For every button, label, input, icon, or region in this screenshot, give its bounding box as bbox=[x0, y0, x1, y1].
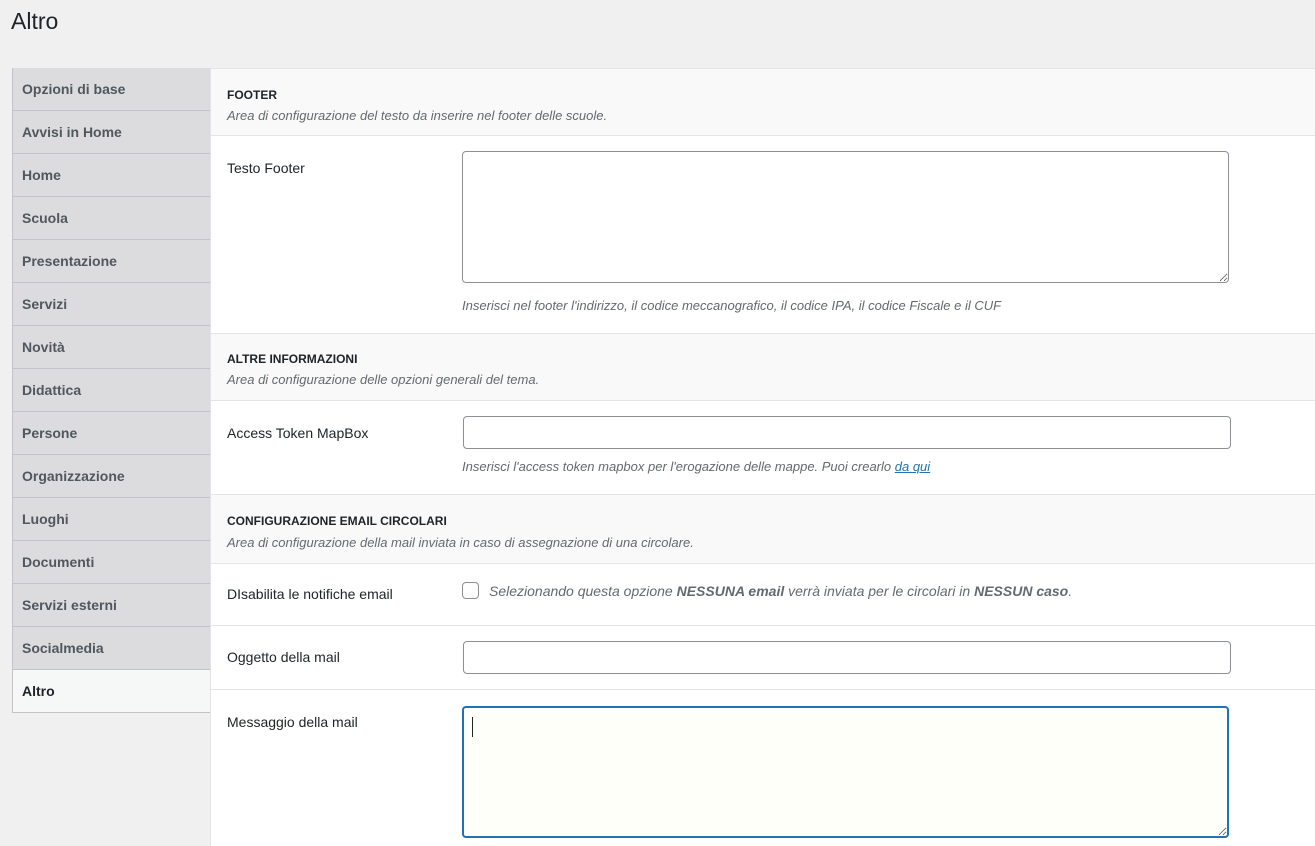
tab-home[interactable]: Home bbox=[13, 154, 211, 197]
tab-servizi[interactable]: Servizi bbox=[13, 283, 211, 326]
mapbox-token-help: Inserisci l'access token mapbox per l'er… bbox=[462, 459, 930, 475]
mapbox-token-label: Access Token MapBox bbox=[227, 425, 369, 441]
settings-panel: FOOTER Area di configurazione del testo … bbox=[210, 68, 1315, 846]
tab-presentazione[interactable]: Presentazione bbox=[13, 240, 211, 283]
section-footer-header: FOOTER Area di configurazione del testo … bbox=[211, 68, 1315, 136]
testo-footer-label: Testo Footer bbox=[227, 160, 305, 176]
section-email-circolari-header: CONFIGURAZIONE EMAIL CIRCOLARI Area di c… bbox=[211, 494, 1315, 564]
tab-documenti[interactable]: Documenti bbox=[13, 541, 211, 584]
mapbox-create-link[interactable]: da qui bbox=[895, 459, 930, 474]
disabilita-notifiche-label: DIsabilita le notifiche email bbox=[227, 586, 393, 602]
text-caret bbox=[472, 717, 473, 737]
mapbox-token-input[interactable] bbox=[463, 416, 1231, 449]
tab-scuola[interactable]: Scuola bbox=[13, 197, 211, 240]
tab-didattica[interactable]: Didattica bbox=[13, 369, 211, 412]
tab-luoghi[interactable]: Luoghi bbox=[13, 498, 211, 541]
oggetto-mail-label: Oggetto della mail bbox=[227, 649, 340, 665]
section-altre-informazioni-title: ALTRE INFORMAZIONI bbox=[227, 352, 358, 366]
row-separator bbox=[211, 625, 1315, 626]
page-title: Altro bbox=[11, 8, 59, 34]
tab-servizi-esterni[interactable]: Servizi esterni bbox=[13, 584, 211, 627]
tab-altro[interactable]: Altro bbox=[13, 670, 211, 713]
disabilita-text-bold-1: NESSUNA email bbox=[676, 583, 785, 599]
tab-socialmedia[interactable]: Socialmedia bbox=[13, 627, 211, 670]
section-altre-informazioni-header: ALTRE INFORMAZIONI Area di configurazion… bbox=[211, 333, 1315, 401]
section-email-circolari-description: Area di configurazione della mail inviat… bbox=[227, 535, 694, 550]
section-email-circolari-title: CONFIGURAZIONE EMAIL CIRCOLARI bbox=[227, 514, 447, 528]
row-separator bbox=[211, 689, 1315, 690]
tab-organizzazione[interactable]: Organizzazione bbox=[13, 455, 211, 498]
settings-tabs: Opzioni di base Avvisi in Home Home Scuo… bbox=[12, 68, 211, 713]
tab-avvisi-in-home[interactable]: Avvisi in Home bbox=[13, 111, 211, 154]
messaggio-mail-textarea[interactable] bbox=[462, 706, 1229, 838]
testo-footer-help: Inserisci nel footer l'indirizzo, il cod… bbox=[462, 298, 1002, 313]
oggetto-mail-input[interactable] bbox=[463, 641, 1231, 674]
disabilita-text-3: . bbox=[1068, 583, 1073, 599]
disabilita-text-bold-2: NESSUN caso bbox=[974, 583, 1069, 599]
disabilita-notifiche-checkbox[interactable] bbox=[462, 582, 479, 599]
tab-persone[interactable]: Persone bbox=[13, 412, 211, 455]
disabilita-notifiche-description: Selezionando questa opzione NESSUNA emai… bbox=[489, 582, 1072, 600]
mapbox-token-help-text: Inserisci l'access token mapbox per l'er… bbox=[462, 459, 895, 474]
messaggio-mail-label: Messaggio della mail bbox=[227, 714, 358, 730]
section-footer-description: Area di configurazione del testo da inse… bbox=[227, 108, 608, 123]
section-altre-informazioni-description: Area di configurazione delle opzioni gen… bbox=[227, 372, 540, 387]
tab-novita[interactable]: Novità bbox=[13, 326, 211, 369]
testo-footer-textarea[interactable] bbox=[462, 151, 1229, 283]
messaggio-mail-wrapper bbox=[462, 706, 1229, 838]
disabilita-text-1: Selezionando questa opzione bbox=[489, 583, 677, 599]
disabilita-text-2: verrà inviata per le circolari in bbox=[784, 583, 975, 599]
tab-opzioni-di-base[interactable]: Opzioni di base bbox=[13, 68, 211, 111]
section-footer-title: FOOTER bbox=[227, 88, 277, 102]
